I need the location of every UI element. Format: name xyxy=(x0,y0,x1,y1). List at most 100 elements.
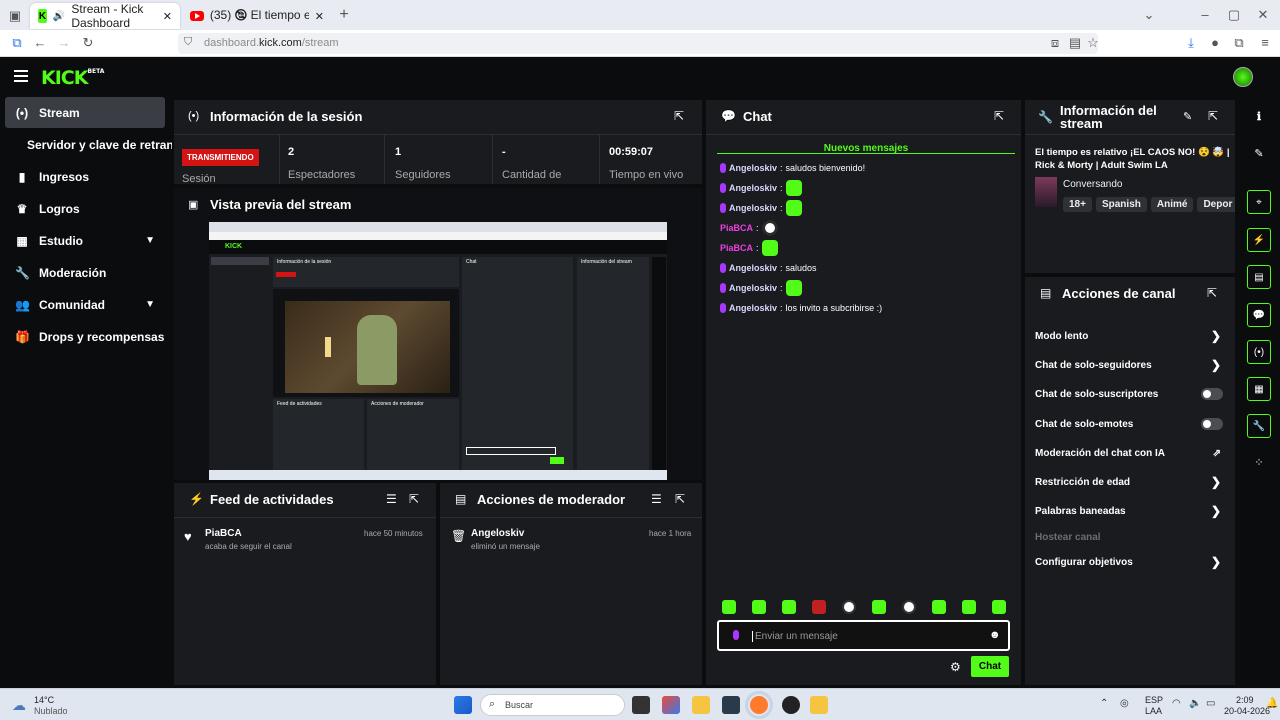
close-tab-icon[interactable]: ✕ xyxy=(163,10,172,23)
chat-username[interactable]: Angeloskiv xyxy=(729,203,777,213)
popout-icon[interactable]: ⇱ xyxy=(1208,109,1218,123)
emote-quick-icon[interactable] xyxy=(752,600,766,614)
tab-kick-dashboard[interactable]: K 🔊 Stream - Kick Dashboard ✕ xyxy=(30,2,180,30)
tag[interactable]: Spanish xyxy=(1095,197,1147,212)
edit-pencil-icon[interactable]: ✎ xyxy=(1250,147,1268,160)
more-options-icon[interactable]: ⁘ xyxy=(1250,456,1268,469)
forward-icon[interactable]: → xyxy=(55,35,73,50)
action-slow-mode[interactable]: Modo lento ❯ xyxy=(1035,327,1225,345)
chat-username[interactable]: Angeloskiv xyxy=(729,163,777,173)
extensions-icon[interactable]: ⧉ xyxy=(1230,35,1248,51)
language-layout[interactable]: LAA xyxy=(1145,706,1162,716)
file-explorer-icon[interactable] xyxy=(692,696,710,714)
profile-icon[interactable]: ● xyxy=(1206,35,1224,50)
popout-icon[interactable]: ⇱ xyxy=(675,492,685,506)
sidebar-item-moderacion[interactable]: 🔧 Moderación xyxy=(5,257,165,288)
battery-icon[interactable]: ▭ xyxy=(1206,698,1215,709)
sidebar-item-comunidad[interactable]: 👥 Comunidad ▼ xyxy=(5,289,165,320)
hamburger-menu-icon[interactable] xyxy=(14,70,28,85)
taskbar-search[interactable]: ⌕ Buscar xyxy=(480,694,625,716)
popout-icon[interactable]: ⇱ xyxy=(994,109,1004,123)
sidebar-toggle-icon[interactable]: ⧉ xyxy=(8,35,26,51)
rail-session-icon[interactable]: ⌖ xyxy=(1247,190,1271,214)
category-thumbnail[interactable] xyxy=(1035,177,1057,207)
edit-pencil-icon[interactable]: ✎ xyxy=(1183,110,1192,123)
close-tab-icon[interactable]: ✕ xyxy=(315,10,324,23)
mod-user[interactable]: Angeloskiv xyxy=(471,528,524,539)
stream-preview-video[interactable]: KICK Información de la sesión Feed de ac… xyxy=(209,222,667,480)
chat-username[interactable]: Angeloskiv xyxy=(729,303,777,313)
rail-wrench-icon[interactable]: 🔧 xyxy=(1247,414,1271,438)
tab-youtube[interactable]: (35) 🕲 El tiempo es relativ ✕ xyxy=(182,3,332,29)
info-icon[interactable]: ℹ xyxy=(1250,110,1268,123)
app-icon[interactable] xyxy=(810,696,828,714)
rail-lightning-icon[interactable]: ⚡ xyxy=(1247,228,1271,252)
notification-bell-icon[interactable]: 🔔 xyxy=(1266,698,1278,709)
obs-icon[interactable] xyxy=(782,696,800,714)
sidebar-item-server-key[interactable]: Servidor y clave de retransn xyxy=(5,129,172,160)
tray-chevron-icon[interactable]: ⌃ xyxy=(1100,698,1108,709)
app-icon[interactable] xyxy=(662,696,680,714)
firefox-icon[interactable] xyxy=(745,691,773,719)
reload-icon[interactable]: ↻ xyxy=(79,35,97,51)
clock-date[interactable]: 20-04-2026 xyxy=(1224,706,1270,716)
sidebar-item-logros[interactable]: ♛ Logros xyxy=(5,193,165,224)
tray-app-icon[interactable]: ◎ xyxy=(1120,698,1129,709)
chat-username[interactable]: Angeloskiv xyxy=(729,263,777,273)
chat-username[interactable]: PiaBCA xyxy=(720,243,753,253)
chat-input[interactable]: Enviar un mensaje ☻ xyxy=(717,620,1010,651)
url-field[interactable]: ⛉ dashboard.kick.com/stream xyxy=(178,33,1098,54)
emote-quick-icon[interactable] xyxy=(812,600,826,614)
tab-list-icon[interactable]: ⌄ xyxy=(1140,7,1158,23)
rail-broadcast-icon[interactable]: (•) xyxy=(1247,340,1271,364)
action-ai-moderation[interactable]: Moderación del chat con IA ⇗ xyxy=(1035,444,1225,462)
toggle-switch[interactable] xyxy=(1201,388,1223,400)
rail-document-icon[interactable]: ▤ xyxy=(1247,265,1271,289)
tag[interactable]: Depor xyxy=(1197,197,1235,212)
emote-quick-icon[interactable] xyxy=(722,600,736,614)
weather-text[interactable]: Nublado xyxy=(34,706,68,716)
volume-icon[interactable]: 🔈 xyxy=(1189,698,1201,709)
wifi-icon[interactable]: ◠ xyxy=(1172,698,1181,709)
sidebar-item-stream[interactable]: (•) Stream xyxy=(5,97,165,128)
popout-icon[interactable]: ⇱ xyxy=(674,109,684,123)
minimize-icon[interactable]: – xyxy=(1196,7,1214,22)
chat-send-button[interactable]: Chat xyxy=(971,656,1009,677)
popout-icon[interactable]: ⇱ xyxy=(409,492,419,506)
chat-username[interactable]: Angeloskiv xyxy=(729,183,777,193)
chat-username[interactable]: Angeloskiv xyxy=(729,283,777,293)
emoji-picker-icon[interactable]: ☻ xyxy=(989,629,1001,641)
popout-icon[interactable]: ⇱ xyxy=(1207,286,1217,300)
sidebar-item-ingresos[interactable]: ▮ Ingresos xyxy=(5,161,165,192)
action-banned-words[interactable]: Palabras baneadas ❯ xyxy=(1035,502,1225,520)
back-icon[interactable]: ← xyxy=(31,35,49,50)
clock-time[interactable]: 2:09 xyxy=(1236,695,1254,705)
emote-quick-icon[interactable] xyxy=(902,600,916,614)
emote-quick-icon[interactable] xyxy=(992,600,1006,614)
emote-quick-icon[interactable] xyxy=(782,600,796,614)
tab-overview-icon[interactable]: ▣ xyxy=(6,8,24,24)
weather-temp[interactable]: 14°C xyxy=(34,695,54,705)
action-subscribers-only[interactable]: Chat de solo-suscriptores xyxy=(1035,385,1225,403)
emote-quick-icon[interactable] xyxy=(872,600,886,614)
rail-actions-icon[interactable]: ▦ xyxy=(1247,377,1271,401)
language-code[interactable]: ESP xyxy=(1145,695,1163,705)
chat-settings-gear-icon[interactable]: ⚙ xyxy=(950,660,961,674)
app-icon[interactable] xyxy=(722,696,740,714)
sidebar-item-estudio[interactable]: ▦ Estudio ▼ xyxy=(5,225,165,256)
filter-icon[interactable]: ☰ xyxy=(386,492,397,506)
action-age-restriction[interactable]: Restricción de edad ❯ xyxy=(1035,473,1225,491)
close-window-icon[interactable]: ✕ xyxy=(1254,7,1272,23)
kick-logo[interactable]: KICKBETA xyxy=(41,67,104,89)
user-avatar[interactable] xyxy=(1233,67,1253,87)
maximize-icon[interactable]: ▢ xyxy=(1225,7,1243,23)
emote-quick-icon[interactable] xyxy=(932,600,946,614)
filter-icon[interactable]: ☰ xyxy=(651,492,662,506)
emote-quick-icon[interactable] xyxy=(842,600,856,614)
category-name[interactable]: Conversando xyxy=(1063,179,1122,190)
rail-chat-icon[interactable]: 💬 xyxy=(1247,303,1271,327)
new-messages-divider[interactable]: Nuevos mensajes xyxy=(717,143,1015,154)
bookmark-star-icon[interactable]: ☆ xyxy=(1084,35,1102,51)
feed-user[interactable]: PiaBCA xyxy=(205,528,242,539)
action-configure-goals[interactable]: Configurar objetivos ❯ xyxy=(1035,553,1225,571)
